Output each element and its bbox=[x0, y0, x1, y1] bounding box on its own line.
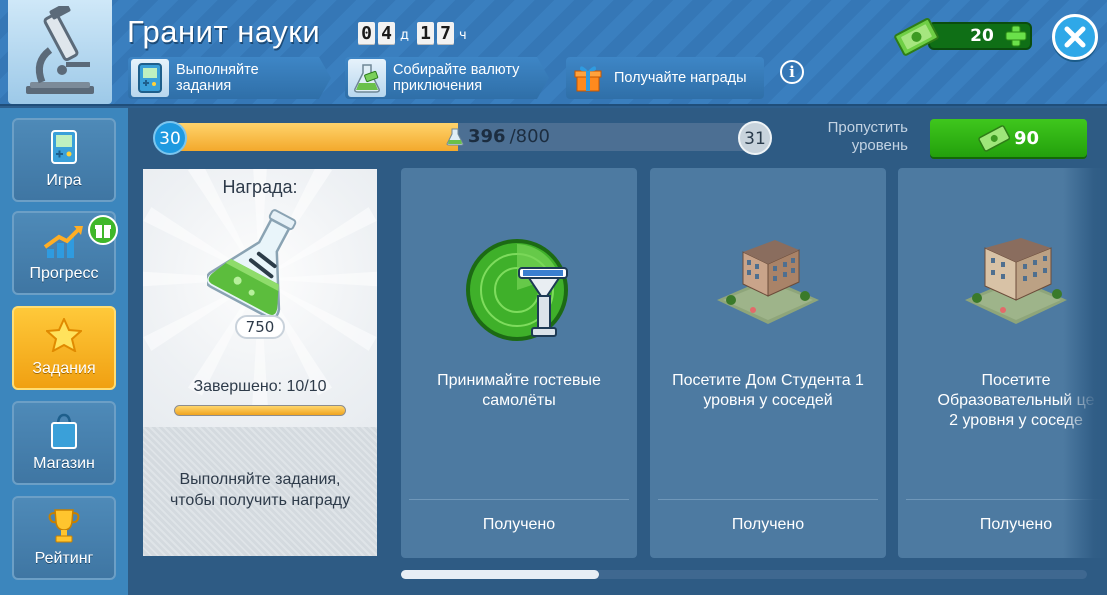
sidebar-item-shop[interactable]: Магазин bbox=[12, 401, 116, 485]
chip-label: Выполняйте задания bbox=[176, 62, 259, 94]
sidebar-item-label: Рейтинг bbox=[34, 550, 94, 567]
completed-progress-bar bbox=[174, 405, 346, 416]
gameboy-icon bbox=[131, 59, 169, 97]
scrollbar-thumb[interactable] bbox=[401, 570, 599, 579]
next-level-badge: 31 bbox=[738, 121, 772, 155]
completed-counter: Завершено: 10/10 bbox=[193, 378, 327, 395]
gift-badge-icon bbox=[88, 215, 118, 245]
cash-icon bbox=[894, 17, 939, 56]
task-description: Принимайте гостевые самолёты bbox=[437, 372, 601, 409]
info-icon[interactable]: i bbox=[780, 60, 804, 84]
close-button[interactable] bbox=[1052, 14, 1098, 60]
task-status: Получено bbox=[482, 516, 556, 533]
sidebar-item-label: Магазин bbox=[33, 455, 95, 472]
progress-max: /800 bbox=[509, 126, 550, 147]
sidebar-item-game[interactable]: Игра bbox=[12, 118, 116, 202]
horizontal-scrollbar[interactable] bbox=[401, 570, 1087, 579]
flask-cash-icon bbox=[446, 128, 464, 145]
shopping-bag-icon bbox=[51, 413, 77, 449]
chip-collect-currency: Собирайте валюту приключения bbox=[345, 57, 549, 99]
flask-cash-icon bbox=[348, 59, 386, 97]
skip-level-cost: 90 bbox=[1013, 127, 1040, 149]
level-progress-fill bbox=[168, 123, 458, 151]
chip-label: Собирайте валюту приключения bbox=[393, 62, 520, 94]
event-timer: 0 4 д 1 7 ч bbox=[358, 22, 472, 45]
card-divider bbox=[658, 499, 878, 500]
sidebar: Игра Прогресс Задания Магазин Рейтинг bbox=[0, 108, 128, 595]
card-divider bbox=[409, 499, 629, 500]
chip-complete-tasks: Выполняйте задания bbox=[128, 57, 331, 99]
plus-icon[interactable] bbox=[1005, 25, 1027, 47]
level-progress-bar: 396/800 bbox=[168, 123, 753, 151]
cash-icon bbox=[978, 125, 1010, 152]
trophy-icon bbox=[48, 509, 80, 543]
sidebar-item-label: Задания bbox=[32, 360, 96, 377]
sidebar-item-progress[interactable]: Прогресс bbox=[12, 211, 118, 295]
close-icon bbox=[1064, 26, 1086, 48]
completed-progress-fill bbox=[175, 406, 345, 415]
cards-fade-overlay bbox=[1063, 168, 1107, 560]
gameboy-icon bbox=[51, 130, 77, 164]
sidebar-item-label: Игра bbox=[46, 172, 82, 189]
reward-panel: Награда: 750 Завершено: 10/10 Выполняйте… bbox=[143, 169, 377, 556]
sidebar-item-label: Прогресс bbox=[29, 265, 99, 282]
timer-digit: 7 bbox=[437, 22, 454, 45]
task-description: Посетите Дом Студента 1 уровня у соседей bbox=[672, 372, 864, 409]
chip-get-rewards: Получайте награды bbox=[566, 57, 764, 99]
event-header: Гранит науки 0 4 д 1 7 ч Выполняйте зада… bbox=[0, 0, 1107, 106]
timer-digit: 4 bbox=[378, 22, 395, 45]
level-progress-text: 396/800 bbox=[446, 126, 550, 147]
task-card[interactable]: Посетите Дом Студента 1 уровня у соседей… bbox=[650, 168, 886, 558]
reward-hint: Выполняйте задания, чтобы получить награ… bbox=[169, 471, 351, 509]
gift-icon bbox=[569, 59, 607, 97]
microscope-icon bbox=[26, 6, 94, 94]
event-title: Гранит науки bbox=[127, 14, 321, 49]
reward-amount: 750 bbox=[235, 315, 285, 339]
star-icon bbox=[46, 318, 82, 352]
reward-title: Награда: bbox=[222, 177, 298, 197]
sidebar-item-rating[interactable]: Рейтинг bbox=[12, 496, 116, 580]
timer-digit: 0 bbox=[358, 22, 375, 45]
building-icon bbox=[717, 240, 819, 324]
growth-chart-icon bbox=[43, 226, 83, 258]
progress-current: 396 bbox=[468, 126, 506, 147]
currency-value: 20 bbox=[970, 26, 994, 46]
timer-digit: 1 bbox=[417, 22, 434, 45]
chip-label: Получайте награды bbox=[614, 70, 747, 86]
timer-days-unit: д bbox=[400, 28, 409, 43]
task-status: Получено bbox=[731, 516, 805, 533]
event-logo bbox=[8, 0, 112, 104]
skip-level-button[interactable]: 90 bbox=[930, 119, 1087, 157]
skip-level-label: Пропустить уровень bbox=[827, 119, 908, 154]
flask-icon bbox=[207, 209, 297, 317]
task-card[interactable]: Принимайте гостевые самолёты Получено bbox=[401, 168, 637, 558]
main-panel: 396/800 30 31 Пропустить уровень 90 Нагр… bbox=[128, 108, 1107, 595]
sidebar-item-tasks[interactable]: Задания bbox=[12, 306, 116, 390]
radar-tower-icon bbox=[466, 239, 568, 341]
current-level-badge: 30 bbox=[153, 121, 187, 155]
building-icon bbox=[965, 238, 1067, 324]
timer-hours-unit: ч bbox=[459, 28, 467, 43]
